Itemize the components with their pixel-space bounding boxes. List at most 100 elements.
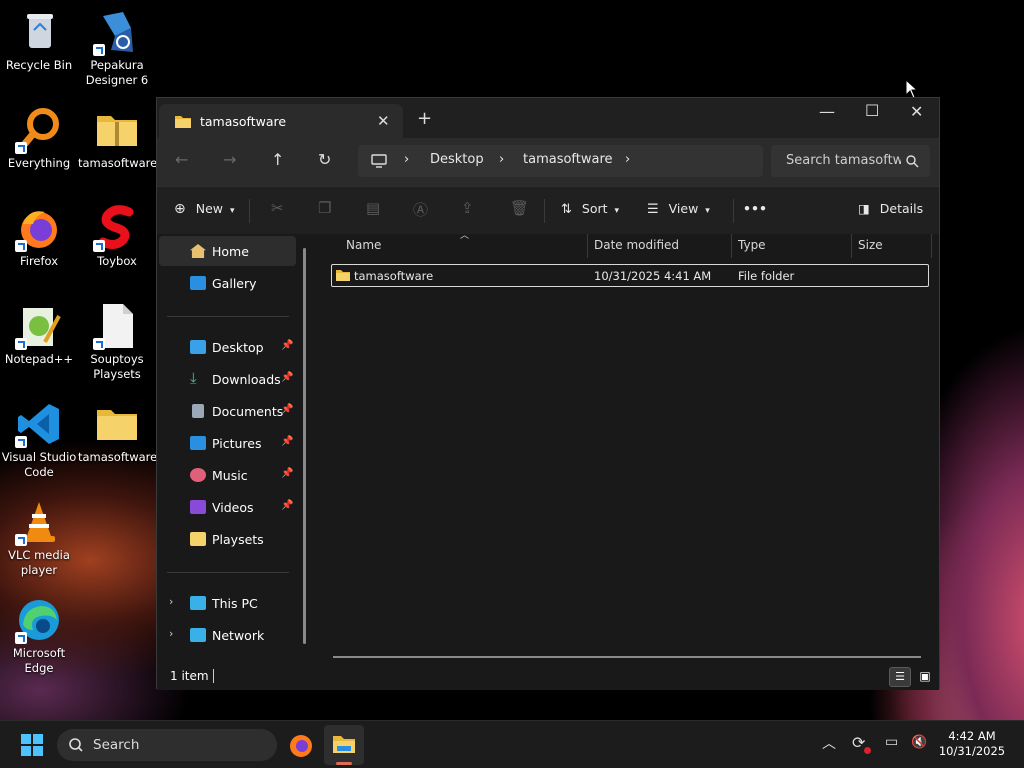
home-icon — [190, 244, 206, 258]
column-divider[interactable] — [851, 234, 852, 258]
pin-icon: 📌 — [281, 340, 294, 351]
start-button[interactable] — [21, 734, 43, 756]
table-row[interactable]: tamasoftware 10/31/2025 4:41 AM File fol… — [331, 264, 929, 287]
search-box[interactable]: Search tamasoftware — [771, 145, 930, 177]
rename-icon[interactable]: Ⓐ — [413, 199, 428, 220]
pin-icon: 📌 — [281, 372, 294, 383]
sidebar-item-videos[interactable]: Videos 📌 — [159, 492, 296, 522]
divider — [167, 572, 289, 573]
column-header-date[interactable]: Date modified — [594, 238, 679, 252]
large-icons-view-button[interactable]: ▣ — [914, 667, 936, 687]
command-bar: ⊕ New ▾ ✂ ❐ ▤ Ⓐ ⇪ 🗑 ⇅ Sort ▾ ☰ View ▾ ••… — [157, 186, 939, 234]
file-explorer-icon — [333, 736, 355, 753]
address-bar[interactable]: › Desktop › tamasoftware › — [358, 145, 763, 177]
sort-button[interactable]: ⇅ Sort ▾ — [561, 201, 619, 217]
videos-icon — [190, 500, 206, 514]
clock-date: 10/31/2025 — [938, 744, 1006, 758]
volume-muted-icon[interactable]: 🔇 — [911, 735, 927, 750]
details-pane-button[interactable]: ◨ Details — [858, 201, 923, 216]
taskbar-search[interactable]: Search — [57, 729, 277, 761]
new-button[interactable]: ⊕ New ▾ — [174, 201, 235, 217]
pin-icon: 📌 — [281, 500, 294, 511]
sidebar-item-this-pc[interactable]: › This PC — [159, 588, 296, 618]
close-tab-icon[interactable]: ✕ — [377, 112, 390, 130]
desktop-icon-toybox[interactable]: Toybox — [78, 204, 156, 269]
tab-tamasoftware[interactable]: tamasoftware ✕ — [159, 104, 403, 138]
row-type: File folder — [738, 269, 795, 283]
desktop-icon-vscode[interactable]: Visual Studio Code — [0, 400, 78, 480]
icon-label: VLC media player — [8, 548, 70, 577]
sidebar-item-downloads[interactable]: ⤓ Downloads 📌 — [159, 364, 296, 394]
desktop-icon-edge[interactable]: Microsoft Edge — [0, 596, 78, 676]
details-view-button[interactable]: ☰ — [889, 667, 911, 687]
desktop-icon-tamasoftware-zip[interactable]: tamasoftware — [78, 106, 157, 171]
status-bar: 1 item ☰ ▣ — [157, 664, 939, 690]
desktop-icon-recycle-bin[interactable]: Recycle Bin — [0, 8, 78, 73]
delete-icon[interactable]: 🗑 — [510, 199, 529, 217]
column-header-type[interactable]: Type — [738, 238, 766, 252]
refresh-button[interactable]: ↻ — [318, 150, 331, 169]
desktop-icon-pepakura[interactable]: Pepakura Designer 6 — [78, 8, 156, 88]
up-button[interactable]: ↑ — [271, 150, 284, 169]
chevron-right-icon[interactable]: › — [169, 595, 173, 608]
minimize-button[interactable]: — — [819, 102, 835, 121]
this-pc-icon — [190, 596, 206, 610]
column-divider[interactable] — [587, 234, 588, 258]
sidebar-item-home[interactable]: Home — [159, 236, 296, 266]
status-divider — [213, 669, 214, 683]
recycle-bin-icon — [15, 8, 63, 56]
desktop-icon-firefox[interactable]: Firefox — [0, 204, 78, 269]
chevron-right-icon: › — [625, 152, 631, 167]
sidebar-label: Music — [212, 468, 248, 483]
item-count: 1 item — [170, 669, 209, 683]
shortcut-arrow-icon — [93, 44, 105, 56]
share-icon[interactable]: ⇪ — [461, 199, 474, 217]
chevron-right-icon[interactable]: › — [169, 627, 173, 640]
breadcrumb-desktop[interactable]: Desktop — [430, 152, 484, 167]
desktop-icon-souptoys[interactable]: Souptoys Playsets — [78, 302, 156, 382]
horizontal-scrollbar[interactable] — [333, 656, 921, 658]
view-button[interactable]: ☰ View ▾ — [647, 201, 710, 217]
column-header-size[interactable]: Size — [858, 238, 883, 252]
sidebar-scrollbar[interactable] — [303, 248, 306, 644]
cut-icon[interactable]: ✂ — [271, 199, 284, 217]
vlc-icon — [15, 498, 63, 546]
display-icon[interactable]: ▭ — [885, 734, 898, 750]
sidebar-item-desktop[interactable]: Desktop 📌 — [159, 332, 296, 362]
desktop-icon-notepadpp[interactable]: Notepad++ — [0, 302, 78, 367]
sort-icon: ⇅ — [561, 202, 572, 217]
forward-button[interactable]: → — [223, 150, 236, 169]
sidebar-item-gallery[interactable]: Gallery — [159, 268, 296, 298]
desktop-icon-tamasoftware-folder[interactable]: tamasoftware — [78, 400, 157, 465]
new-tab-button[interactable]: + — [417, 108, 432, 129]
folder-icon — [190, 532, 206, 546]
file-explorer-taskbar-button[interactable] — [324, 725, 364, 765]
copy-icon[interactable]: ❐ — [318, 199, 331, 217]
desktop-icon-everything[interactable]: Everything — [0, 106, 78, 171]
close-window-button[interactable]: ✕ — [910, 102, 923, 121]
chevron-down-icon: ▾ — [705, 206, 710, 216]
sort-arrow-icon: ︿ — [460, 231, 470, 241]
sidebar-item-playsets[interactable]: Playsets — [159, 524, 296, 554]
back-button[interactable]: ← — [175, 150, 188, 169]
sidebar-item-music[interactable]: Music 📌 — [159, 460, 296, 490]
firefox-taskbar-icon[interactable] — [288, 732, 314, 758]
shortcut-arrow-icon — [15, 436, 27, 448]
desktop-icon-vlc[interactable]: VLC media player — [0, 498, 78, 578]
breadcrumb-tamasoftware[interactable]: tamasoftware — [523, 152, 613, 167]
firefox-icon — [15, 204, 63, 252]
download-icon: ⤓ — [190, 369, 197, 387]
paste-icon[interactable]: ▤ — [366, 199, 380, 217]
sidebar-item-network[interactable]: › Network — [159, 620, 296, 650]
icon-label: Visual Studio Code — [1, 450, 77, 479]
column-divider[interactable] — [931, 234, 932, 258]
taskbar-clock[interactable]: 4:42 AM 10/31/2025 — [932, 729, 1012, 759]
sidebar-item-documents[interactable]: Documents 📌 — [159, 396, 296, 426]
column-header-name[interactable]: Name — [346, 238, 381, 252]
shortcut-arrow-icon — [15, 632, 27, 644]
column-divider[interactable] — [731, 234, 732, 258]
more-options-button[interactable]: ••• — [743, 201, 767, 216]
show-hidden-icons-chevron-up-icon[interactable]: ︿ — [822, 733, 836, 753]
sidebar-item-pictures[interactable]: Pictures 📌 — [159, 428, 296, 458]
maximize-button[interactable]: ☐ — [865, 101, 879, 120]
